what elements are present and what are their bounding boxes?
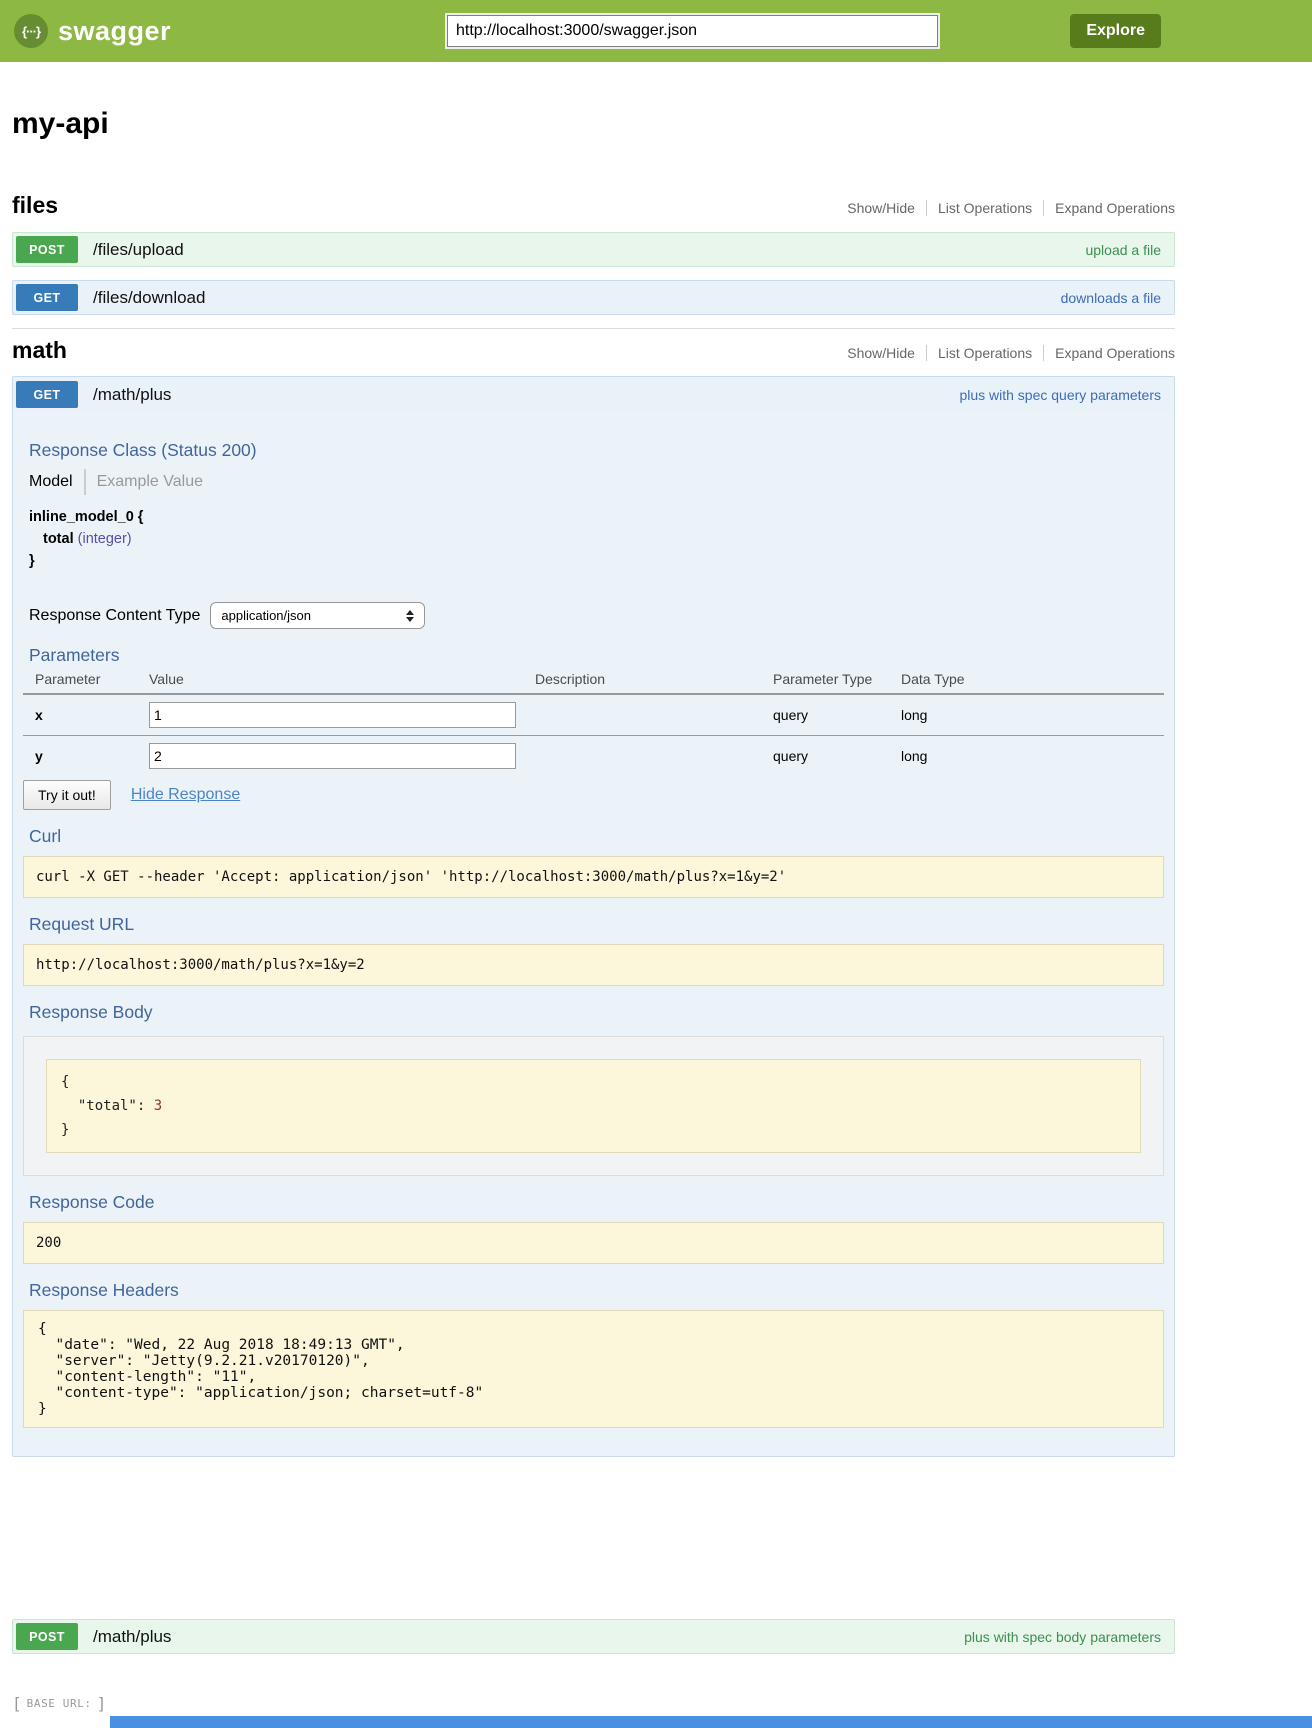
select-arrows-icon [406, 610, 414, 622]
parameter-type: query [773, 694, 901, 736]
response-body-json: { "total": 3 } [46, 1059, 1141, 1153]
explore-button[interactable]: Explore [1070, 14, 1161, 48]
hide-response-link[interactable]: Hide Response [131, 786, 240, 804]
files-list-operations-link[interactable]: List Operations [938, 200, 1032, 216]
files-expand-operations-link[interactable]: Expand Operations [1055, 200, 1175, 216]
parameter-name: y [23, 736, 149, 777]
math-list-operations-link[interactable]: List Operations [938, 345, 1032, 361]
model-property-name: total [43, 531, 74, 547]
response-content-type-select[interactable]: application/json [210, 602, 425, 629]
swagger-logo-icon: {···} [14, 14, 48, 48]
divider [1043, 200, 1044, 216]
footer-bracket-open: [ [12, 1694, 22, 1713]
parameter-type: query [773, 736, 901, 777]
bottom-partial-bar [110, 1716, 1312, 1728]
selected-content-type: application/json [221, 608, 311, 623]
operation-path[interactable]: /files/upload [93, 240, 184, 260]
response-body-container: { "total": 3 } [23, 1036, 1164, 1176]
spec-url-input[interactable] [447, 15, 938, 47]
math-show-hide-link[interactable]: Show/Hide [847, 345, 915, 361]
request-url-heading: Request URL [29, 914, 1164, 934]
try-it-out-button[interactable]: Try it out! [23, 780, 111, 810]
section-title-files: files [12, 192, 58, 219]
tab-model[interactable]: Model [29, 473, 73, 491]
column-header-parameter: Parameter [23, 671, 149, 694]
divider [84, 469, 86, 495]
divider [1043, 345, 1044, 361]
operation-get-math-plus-header[interactable]: GET /math/plus plus with spec query para… [13, 377, 1174, 412]
column-header-data-type: Data Type [901, 671, 1164, 694]
parameter-row-x: x query long [23, 694, 1164, 736]
operation-post-math-plus[interactable]: POST /math/plus plus with spec body para… [12, 1619, 1175, 1654]
parameter-x-input[interactable] [149, 702, 516, 728]
base-url-footer: [ BASE URL: ] [12, 1694, 1175, 1713]
operation-path[interactable]: /math/plus [93, 1627, 171, 1647]
response-content-type-label: Response Content Type [29, 607, 200, 625]
column-header-value: Value [149, 671, 535, 694]
model-property-type: (integer) [78, 531, 132, 547]
operation-summary-link[interactable]: upload a file [1085, 242, 1161, 258]
swagger-logo[interactable]: {···} swagger [14, 14, 171, 48]
files-show-hide-link[interactable]: Show/Hide [847, 200, 915, 216]
response-code-heading: Response Code [29, 1192, 1164, 1212]
operation-content: Response Class (Status 200) Model Exampl… [13, 412, 1174, 1456]
curl-command: curl -X GET --header 'Accept: applicatio… [23, 856, 1164, 898]
section-title-math: math [12, 337, 67, 364]
model-tabs: Model Example Value [29, 468, 1164, 496]
response-body-heading: Response Body [29, 1002, 1164, 1022]
model-signature-close: } [29, 550, 1164, 572]
parameter-data-type: long [901, 736, 1164, 777]
base-url-label: BASE URL: [27, 1697, 92, 1710]
model-signature-open: inline_model_0 { [29, 506, 1164, 528]
column-header-description: Description [535, 671, 773, 694]
get-method-badge: GET [16, 284, 78, 311]
post-method-badge: POST [16, 1623, 78, 1650]
operation-summary-link[interactable]: plus with spec body parameters [964, 1629, 1161, 1645]
curl-heading: Curl [29, 826, 1164, 846]
tab-example-value[interactable]: Example Value [97, 473, 203, 491]
parameter-row-y: y query long [23, 736, 1164, 777]
section-divider [12, 328, 1175, 329]
parameters-table: Parameter Value Description Parameter Ty… [23, 671, 1164, 776]
operation-path[interactable]: /files/download [93, 288, 205, 308]
parameter-description [535, 694, 773, 736]
divider [926, 345, 927, 361]
model-signature: inline_model_0 { total (integer) } [29, 506, 1164, 572]
brand-title: swagger [58, 16, 171, 47]
post-method-badge: POST [16, 236, 78, 263]
page-title: my-api [12, 106, 1175, 142]
swagger-header: {···} swagger Explore [0, 0, 1312, 62]
json-number-value: 3 [154, 1098, 162, 1114]
operation-get-files-download[interactable]: GET /files/download downloads a file [12, 280, 1175, 315]
response-class-heading: Response Class (Status 200) [29, 440, 1164, 460]
parameter-name: x [23, 694, 149, 736]
files-section-header: files Show/Hide List Operations Expand O… [12, 192, 1175, 219]
math-expand-operations-link[interactable]: Expand Operations [1055, 345, 1175, 361]
parameters-heading: Parameters [29, 645, 1164, 665]
operation-summary-link[interactable]: downloads a file [1061, 290, 1161, 306]
footer-bracket-close: ] [97, 1694, 107, 1713]
operation-summary-link[interactable]: plus with spec query parameters [959, 387, 1161, 403]
request-url-value: http://localhost:3000/math/plus?x=1&y=2 [23, 944, 1164, 986]
divider [926, 200, 927, 216]
parameter-y-input[interactable] [149, 743, 516, 769]
parameter-description [535, 736, 773, 777]
operation-get-math-plus-expanded: GET /math/plus plus with spec query para… [12, 376, 1175, 1457]
column-header-parameter-type: Parameter Type [773, 671, 901, 694]
operation-path[interactable]: /math/plus [93, 385, 171, 405]
response-headers-json: { "date": "Wed, 22 Aug 2018 18:49:13 GMT… [23, 1310, 1164, 1428]
response-headers-heading: Response Headers [29, 1280, 1164, 1300]
get-method-badge: GET [16, 381, 78, 408]
math-section-header: math Show/Hide List Operations Expand Op… [12, 337, 1175, 364]
parameter-data-type: long [901, 694, 1164, 736]
operation-post-files-upload[interactable]: POST /files/upload upload a file [12, 232, 1175, 267]
response-code-value: 200 [23, 1222, 1164, 1264]
